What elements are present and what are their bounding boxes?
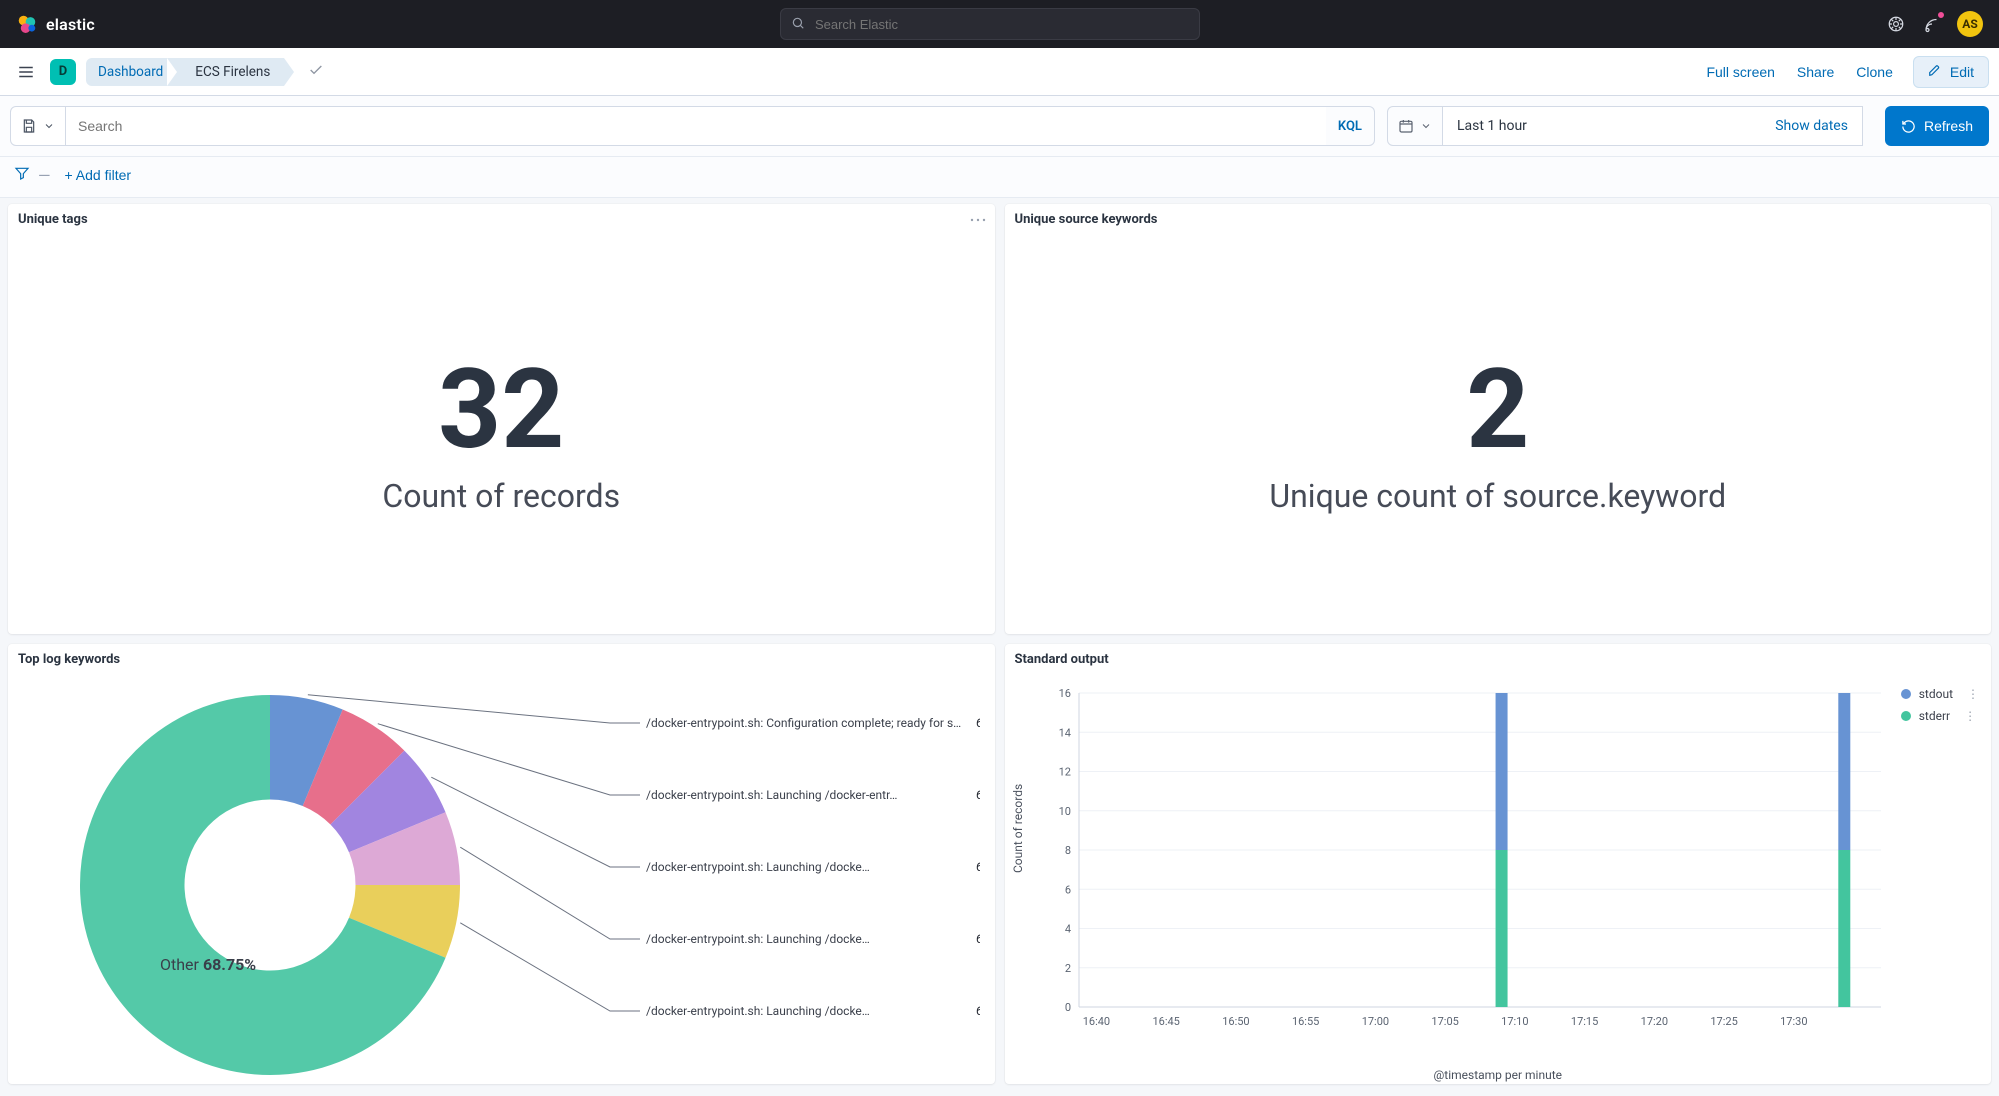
panel-title: Top log keywords (8, 644, 995, 675)
panel-top-log-keywords: Top log keywords /docker-entrypoint.sh: … (8, 644, 995, 1084)
svg-text:16: 16 (1058, 687, 1070, 700)
legend-label: stderr (1919, 709, 1950, 723)
help-icon[interactable] (1885, 13, 1907, 35)
time-label: Last 1 hour (1457, 118, 1527, 134)
panel-title: Unique source keywords (1005, 204, 1992, 235)
svg-text:/docker-entrypoint.sh: Configu: /docker-entrypoint.sh: Configuration com… (646, 716, 961, 730)
date-quick-button[interactable] (1387, 106, 1443, 146)
app-toolbar: D Dashboard ECS Firelens Full screen Sha… (0, 48, 1999, 96)
svg-text:/docker-entrypoint.sh: Launchi: /docker-entrypoint.sh: Launching /docke… (646, 932, 870, 946)
nav-toggle-icon[interactable] (12, 58, 40, 86)
svg-text:6.25%: 6.25% (976, 860, 980, 874)
svg-text:6.25%: 6.25% (976, 788, 980, 802)
space-chip[interactable]: D (50, 59, 76, 85)
global-search-input[interactable] (813, 16, 1189, 33)
metric-caption: Count of records (382, 477, 620, 515)
edit-button[interactable]: Edit (1913, 56, 1989, 88)
breadcrumb: Dashboard ECS Firelens (86, 58, 284, 86)
svg-text:16:45: 16:45 (1152, 1015, 1179, 1028)
breadcrumb-item[interactable]: ECS Firelens (177, 58, 284, 86)
bar-legend: stdout ⋮ stderr ⋮ (1901, 687, 1979, 723)
pencil-icon (1928, 63, 1942, 80)
svg-text:/docker-entrypoint.sh: Launchi: /docker-entrypoint.sh: Launching /docke… (646, 860, 870, 874)
user-avatar[interactable]: AS (1957, 11, 1983, 37)
y-axis-title: Count of records (1011, 783, 1025, 872)
query-language-switch[interactable]: KQL (1326, 106, 1375, 146)
saved-queries-button[interactable] (10, 106, 66, 146)
global-header: elastic AS (0, 0, 1999, 48)
kql-search-input[interactable] (66, 106, 1326, 146)
notification-dot (1937, 11, 1945, 19)
saved-check-icon (308, 62, 324, 82)
svg-text:17:15: 17:15 (1570, 1015, 1597, 1028)
svg-text:17:10: 17:10 (1501, 1015, 1528, 1028)
svg-text:10: 10 (1058, 805, 1070, 818)
x-axis-title: @timestamp per minute (1433, 1068, 1562, 1082)
chevron-down-icon (43, 120, 55, 132)
chevron-down-icon (1420, 120, 1432, 132)
refresh-button[interactable]: Refresh (1885, 106, 1989, 146)
edit-label: Edit (1950, 64, 1974, 80)
svg-text:17:25: 17:25 (1710, 1015, 1737, 1028)
breadcrumb-item[interactable]: Dashboard (86, 58, 177, 86)
metric-value: 2 (1466, 355, 1529, 465)
newsfeed-icon[interactable] (1921, 13, 1943, 35)
brand-name: elastic (46, 15, 95, 34)
svg-text:16:55: 16:55 (1291, 1015, 1318, 1028)
svg-text:17:05: 17:05 (1431, 1015, 1458, 1028)
svg-text:16:40: 16:40 (1082, 1015, 1109, 1028)
legend-label: stdout (1919, 687, 1953, 701)
add-filter-button[interactable]: + Add filter (59, 166, 138, 184)
elastic-logo[interactable]: elastic (16, 13, 95, 35)
svg-text:17:30: 17:30 (1780, 1015, 1807, 1028)
metric-value: 32 (438, 355, 564, 465)
share-button[interactable]: Share (1795, 58, 1836, 86)
legend-item[interactable]: stdout ⋮ (1901, 687, 1979, 701)
svg-text:12: 12 (1058, 766, 1070, 779)
filter-bar: — + Add filter (0, 157, 1999, 198)
svg-text:4: 4 (1064, 923, 1070, 936)
refresh-label: Refresh (1924, 118, 1973, 134)
panel-title: Standard output (1005, 644, 1992, 675)
svg-text:17:00: 17:00 (1361, 1015, 1388, 1028)
svg-text:6: 6 (1064, 883, 1070, 896)
filter-settings-icon[interactable] (14, 165, 30, 185)
svg-text:Other 68.75%: Other 68.75% (160, 955, 256, 974)
metric-caption: Unique count of source.keyword (1269, 477, 1726, 515)
svg-text:6.25%: 6.25% (976, 1004, 980, 1018)
legend-item[interactable]: stderr ⋮ (1901, 709, 1979, 723)
query-bar: KQL Last 1 hour Show dates Refresh (0, 96, 1999, 157)
svg-text:2: 2 (1064, 962, 1070, 975)
svg-text:6.25%: 6.25% (976, 716, 980, 730)
svg-text:/docker-entrypoint.sh: Launchi: /docker-entrypoint.sh: Launching /docker… (646, 788, 897, 802)
panel-title: Unique tags (8, 204, 995, 235)
svg-text:6.25%: 6.25% (976, 932, 980, 946)
svg-text:17:20: 17:20 (1640, 1015, 1667, 1028)
search-icon (791, 15, 805, 34)
date-range-display[interactable]: Last 1 hour Show dates (1443, 106, 1863, 146)
calendar-icon (1398, 118, 1414, 134)
show-dates-link[interactable]: Show dates (1775, 118, 1848, 134)
kebab-icon[interactable]: ⋮ (1964, 709, 1976, 723)
svg-text:16:50: 16:50 (1222, 1015, 1249, 1028)
svg-text:/docker-entrypoint.sh: Launchi: /docker-entrypoint.sh: Launching /docke… (646, 1004, 870, 1018)
dashboard-grid: Unique tags 32 Count of records Unique s… (0, 198, 1999, 1090)
svg-text:8: 8 (1064, 844, 1070, 857)
kebab-icon[interactable]: ⋮ (1967, 687, 1979, 701)
svg-text:0: 0 (1064, 1001, 1070, 1014)
bar-chart: 0 2 4 6 8 10 12 14 16 16:40 16:45 16:50 16:55 17:00 17… (1041, 683, 1981, 1043)
panel-unique-tags: Unique tags 32 Count of records (8, 204, 995, 634)
refresh-icon (1901, 119, 1916, 134)
panel-standard-output: Standard output Count of records 0 2 4 6 8 10… (1005, 644, 1992, 1084)
elastic-logo-icon (16, 13, 38, 35)
donut-chart: /docker-entrypoint.sh: Configuration com… (20, 685, 980, 1084)
fullscreen-button[interactable]: Full screen (1704, 58, 1776, 86)
disk-icon (21, 118, 37, 134)
svg-text:14: 14 (1058, 726, 1070, 739)
panel-menu-icon[interactable] (969, 210, 987, 229)
panel-unique-source-keywords: Unique source keywords 2 Unique count of… (1005, 204, 1992, 634)
global-search[interactable] (780, 8, 1200, 40)
clone-button[interactable]: Clone (1854, 58, 1895, 86)
